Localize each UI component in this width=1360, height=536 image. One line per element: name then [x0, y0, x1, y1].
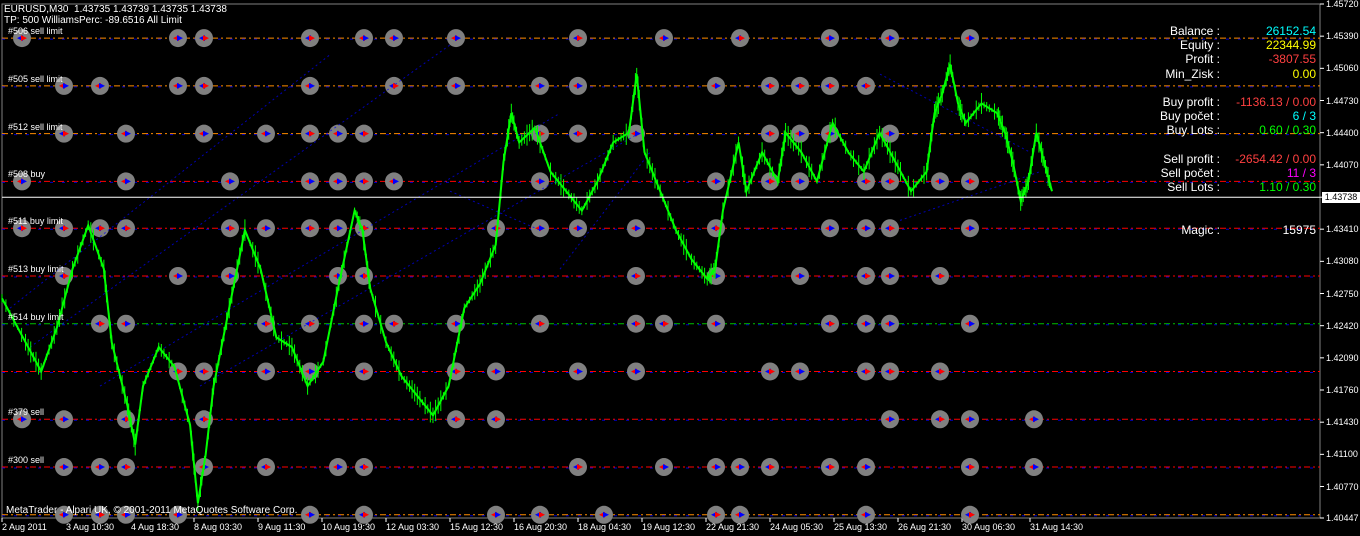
- x-tick-label: 4 Aug 18:30: [131, 522, 180, 532]
- x-tick-label: 31 Aug 14:30: [1030, 522, 1084, 532]
- panel-value: 11 / 3: [1286, 166, 1316, 180]
- panel-label: Sell Lots :: [1167, 180, 1220, 195]
- panel-label: Buy počet :: [1159, 109, 1220, 124]
- x-tick-label: 24 Aug 05:30: [770, 522, 824, 532]
- current-price-tag: 1.43738: [1322, 192, 1360, 204]
- chart-window[interactable]: EURUSD,M30 1.43735 1.43739 1.43735 1.437…: [0, 0, 1360, 536]
- y-tick-label: 1.45390: [1326, 31, 1359, 42]
- panel-label: Min_Zisk :: [1165, 66, 1220, 81]
- y-tick-label: 1.45720: [1326, 0, 1359, 9]
- order-level-label: #512 sell limit: [8, 121, 63, 132]
- y-tick-label: 1.41760: [1326, 385, 1359, 395]
- y-tick-label: 1.44400: [1326, 127, 1359, 138]
- panel-value: 1.10 / 0.30: [1259, 180, 1316, 195]
- y-tick-label: 1.41430: [1326, 417, 1359, 428]
- panel-label: Profit :: [1185, 52, 1220, 67]
- order-level-label: #300 sell: [8, 455, 45, 466]
- x-tick-label: 10 Aug 19:30: [322, 522, 376, 532]
- y-tick-label: 1.44070: [1326, 159, 1359, 170]
- panel-label: Equity :: [1179, 38, 1220, 53]
- order-level-label: #514 buy limit: [8, 311, 64, 322]
- y-tick-label: 1.42750: [1326, 288, 1359, 299]
- y-tick-label: 1.44730: [1326, 95, 1359, 106]
- y-tick-label: 1.40770: [1326, 481, 1359, 492]
- y-tick-label: 1.41100: [1326, 449, 1358, 460]
- order-level-label: #508 buy: [8, 169, 46, 180]
- x-tick-label: 26 Aug 21:30: [898, 522, 952, 532]
- y-tick-label: 1.42090: [1326, 352, 1359, 363]
- panel-value: 6 / 3: [1292, 109, 1316, 124]
- x-tick-label: 16 Aug 20:30: [514, 522, 568, 532]
- x-tick-label: 18 Aug 04:30: [578, 522, 632, 532]
- indicator-header: TP: 500 WilliamsPerc: -89.6516 All Limit: [4, 15, 182, 26]
- y-tick-label: 1.43080: [1326, 256, 1359, 267]
- panel-value: -3807.55: [1268, 52, 1316, 67]
- panel-value: -2654.42 / 0.00: [1235, 151, 1316, 166]
- x-tick-label: 3 Aug 10:30: [66, 522, 115, 532]
- panel-value: 15975: [1282, 222, 1316, 237]
- panel-value: 26152.54: [1265, 24, 1316, 38]
- order-level-label: #511 buy limit: [8, 216, 63, 227]
- y-tick-label: 1.45060: [1326, 63, 1359, 74]
- order-level-label: #379 sell: [8, 407, 45, 418]
- x-tick-label: 19 Aug 12:30: [642, 522, 696, 532]
- order-level-label: #513 buy limit: [8, 263, 64, 274]
- symbol-header: EURUSD,M30 1.43735 1.43739 1.43735 1.437…: [4, 4, 227, 15]
- panel-label: Sell počet :: [1160, 166, 1220, 180]
- panel-value: 0.00: [1292, 66, 1316, 81]
- x-tick-label: 25 Aug 13:30: [834, 522, 888, 532]
- order-level-label: #505 sell limit: [8, 73, 63, 84]
- x-tick-label: 2 Aug 2011: [2, 522, 47, 532]
- panel-value: 22344.99: [1265, 38, 1316, 53]
- trade-connection-line: [99, 112, 561, 387]
- panel-value: -1136.13 / 0.00: [1236, 95, 1316, 109]
- x-tick-label: 30 Aug 06:30: [962, 522, 1016, 532]
- x-tick-label: 9 Aug 11:30: [258, 522, 306, 532]
- panel-label: Balance :: [1169, 24, 1220, 38]
- y-tick-label: 1.40447: [1326, 513, 1359, 523]
- trade-connection-line: [559, 151, 651, 270]
- panel-label: Sell profit :: [1163, 151, 1220, 166]
- x-tick-label: 15 Aug 12:30: [450, 522, 504, 532]
- x-tick-label: 12 Aug 03:30: [386, 522, 440, 532]
- order-level-label: #506 sell limit: [8, 26, 63, 37]
- y-tick-label: 1.43410: [1326, 224, 1359, 235]
- panel-label: Buy Lots :: [1166, 123, 1220, 138]
- x-tick-label: 8 Aug 03:30: [194, 522, 243, 532]
- panel-label: Buy profit :: [1162, 95, 1220, 109]
- panel-value: 0.60 / 0.30: [1259, 123, 1316, 138]
- x-tick-label: 22 Aug 21:30: [706, 522, 760, 532]
- price-chart[interactable]: [0, 0, 1360, 536]
- copyright-text: MetaTrader - Alpari UK, © 2001-2011 Meta…: [6, 505, 298, 516]
- panel-label: Magic :: [1181, 222, 1220, 237]
- y-tick-label: 1.42420: [1326, 320, 1359, 331]
- trade-connection-line: [199, 132, 641, 387]
